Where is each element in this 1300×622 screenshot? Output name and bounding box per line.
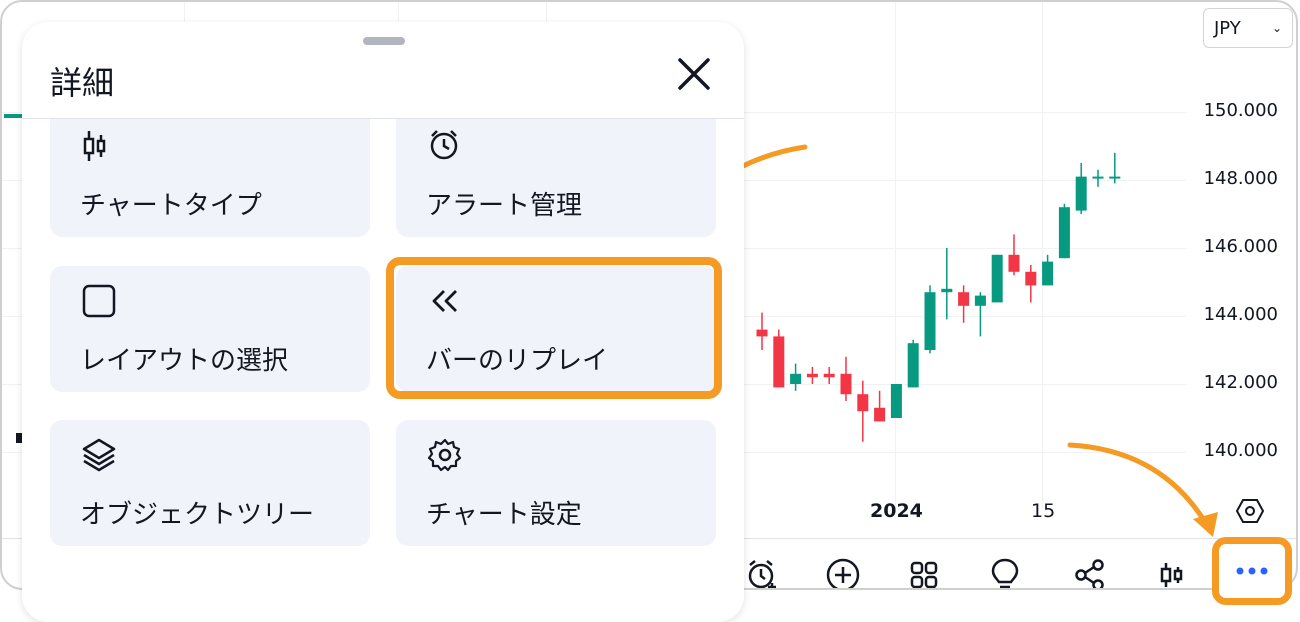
candle-body [1109,176,1121,179]
more-dots-icon [1236,567,1268,575]
chevron-down-icon: ⌄ [1271,21,1282,35]
layers-icon [80,436,120,476]
candle-body [958,292,970,306]
panel-title: 詳細 [50,64,115,102]
menu-item-object-tree[interactable]: オブジェクトツリー [50,420,370,546]
candle-body [1008,254,1020,272]
candle-body [941,288,953,293]
drag-handle[interactable] [363,37,405,45]
candle-body [773,336,785,388]
menu-item-label: チャート設定 [426,500,582,530]
candle-fragment [4,114,22,118]
price-label: 140.000 [1203,440,1278,461]
price-label: 144.000 [1203,304,1278,325]
candle-body [1058,207,1070,259]
share-icon[interactable] [1070,555,1110,588]
plus-circle-icon[interactable] [823,555,863,588]
candle-body [907,343,919,388]
candle-body [806,373,818,378]
more-button[interactable] [1212,537,1292,605]
scale-settings-icon[interactable] [1235,496,1265,526]
highlight-frame [386,257,722,399]
menu-item-alert-management[interactable]: アラート管理 [396,119,716,237]
price-label: 146.000 [1203,236,1278,257]
candle-body [840,373,852,395]
candle-body [924,292,936,350]
close-icon[interactable] [672,52,716,96]
candle-body [1075,176,1087,211]
candle-body [1042,261,1054,286]
candle-body [1092,176,1104,179]
currency-value: JPY [1214,17,1241,39]
price-label: 142.000 [1203,372,1278,393]
time-label-year: 2024 [870,500,923,522]
alarm-add-icon[interactable] [742,555,782,588]
menu-item-chart-type[interactable]: チャートタイプ [50,119,370,237]
menu-item-layout-select[interactable]: レイアウトの選択 [50,266,370,392]
candle-body [823,373,835,378]
candle-body [1025,271,1037,286]
candle-body [790,373,802,384]
candle-body [874,407,886,422]
price-label: 148.000 [1203,168,1278,189]
candles-icon[interactable] [1152,555,1192,588]
candle-body [756,329,768,337]
idea-bulb-icon[interactable] [985,555,1025,588]
gear-icon [426,436,466,476]
alarm-clock-icon [426,127,466,167]
time-label-day: 15 [1031,500,1056,522]
candles-icon [80,127,120,167]
menu-item-label: オブジェクトツリー [80,500,315,530]
price-label: 150.000 [1203,100,1278,121]
candle-body [890,384,902,418]
square-icon [80,282,120,322]
candle-body [857,394,869,412]
menu-item-label: チャートタイプ [80,191,262,221]
menu-item-chart-settings[interactable]: チャート設定 [396,420,716,546]
currency-select[interactable]: JPY ⌄ [1203,8,1293,48]
menu-item-label: アラート管理 [426,191,583,221]
candle-body [974,295,986,306]
menu-item-label: レイアウトの選択 [80,346,289,376]
candle-body [991,254,1003,303]
grid-icon[interactable] [904,555,944,588]
